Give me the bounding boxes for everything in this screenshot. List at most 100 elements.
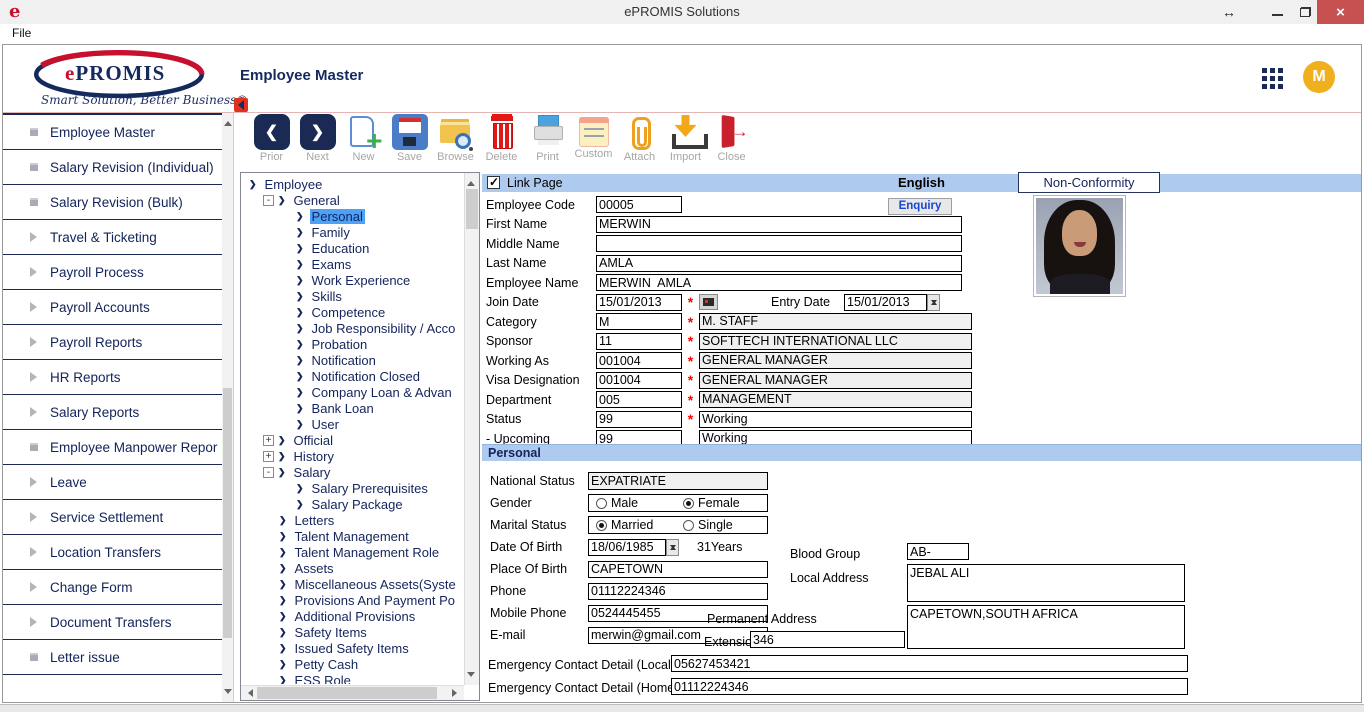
last-name-input[interactable]: [596, 255, 962, 272]
radio-icon[interactable]: [683, 498, 694, 509]
tree-node-label[interactable]: ESS Role: [293, 673, 353, 685]
middle-name-input[interactable]: [596, 235, 962, 252]
toolbar-button[interactable]: Custom: [571, 114, 616, 171]
radio-option[interactable]: Female: [683, 496, 763, 510]
tree-node-label[interactable]: Skills: [310, 289, 344, 304]
tree-node[interactable]: Bank Loan: [243, 400, 463, 416]
sidebar-item[interactable]: Payroll Process: [3, 255, 233, 290]
radio-option[interactable]: Married: [596, 518, 676, 532]
join-date-input[interactable]: [596, 294, 682, 311]
permanent-address-input[interactable]: CAPETOWN,SOUTH AFRICA: [907, 605, 1185, 649]
tree-node[interactable]: Notification Closed: [243, 368, 463, 384]
place-of-birth-input[interactable]: [588, 561, 768, 578]
toolbar-button[interactable]: New: [341, 114, 386, 171]
tree-node[interactable]: Provisions And Payment Po: [243, 592, 463, 608]
sidebar-item[interactable]: Document Transfers: [3, 605, 233, 640]
tree-vertical-scrollbar[interactable]: [464, 173, 479, 685]
tree-node-label[interactable]: Safety Items: [293, 625, 369, 640]
scrollbar-thumb[interactable]: [223, 388, 232, 638]
tree-node-label[interactable]: Salary Prerequisites: [310, 481, 430, 496]
non-conformity-button[interactable]: Non-Conformity: [1018, 172, 1160, 193]
tree-node[interactable]: ESS Role: [243, 672, 463, 684]
tree-node[interactable]: Job Responsibility / Acco: [243, 320, 463, 336]
lookup-code-input[interactable]: [596, 333, 682, 350]
radio-icon[interactable]: [683, 520, 694, 531]
emergency-home-input[interactable]: [671, 678, 1188, 695]
extension-input[interactable]: [750, 631, 905, 648]
tree-node-label[interactable]: General: [292, 193, 342, 208]
tree-node-label[interactable]: Provisions And Payment Po: [293, 593, 457, 608]
tree-node-label[interactable]: User: [310, 417, 341, 432]
tree-node-label[interactable]: Bank Loan: [310, 401, 376, 416]
spinner-icon[interactable]: [927, 294, 940, 311]
sidebar-item[interactable]: Location Transfers: [3, 535, 233, 570]
scroll-down-icon[interactable]: [224, 689, 232, 698]
tree-node[interactable]: Personal: [243, 208, 463, 224]
tree-node-label[interactable]: Talent Management Role: [293, 545, 442, 560]
tree-node[interactable]: Talent Management: [243, 528, 463, 544]
lookup-code-input[interactable]: [596, 372, 682, 389]
sidebar-item[interactable]: Service Settlement: [3, 500, 233, 535]
toolbar-button[interactable]: Browse: [433, 114, 478, 171]
date-of-birth-input[interactable]: [588, 539, 666, 556]
user-avatar[interactable]: M: [1303, 61, 1335, 93]
sidebar-item[interactable]: Employee Manpower Repor: [3, 430, 233, 465]
menu-file[interactable]: File: [8, 24, 35, 43]
radio-icon[interactable]: [596, 520, 607, 531]
tree-node-label[interactable]: Salary: [292, 465, 333, 480]
tree-node-label[interactable]: Company Loan & Advan: [310, 385, 454, 400]
toolbar-button[interactable]: Delete: [479, 114, 524, 171]
tree-node[interactable]: Salary Prerequisites: [243, 480, 463, 496]
tree-expander-icon[interactable]: +: [263, 451, 274, 462]
sidebar-item[interactable]: Payroll Accounts: [3, 290, 233, 325]
sidebar-item[interactable]: Employee Master: [3, 115, 233, 150]
tree-node[interactable]: User: [243, 416, 463, 432]
tree-node-label[interactable]: Work Experience: [310, 273, 413, 288]
tree-node-label[interactable]: Notification Closed: [310, 369, 422, 384]
restore-button[interactable]: [1290, 0, 1320, 24]
tree-node-label[interactable]: Probation: [310, 337, 370, 352]
tree-node[interactable]: Letters: [243, 512, 463, 528]
tree-node[interactable]: Safety Items: [243, 624, 463, 640]
radio-icon[interactable]: [596, 498, 607, 509]
tree-node-label[interactable]: Competence: [310, 305, 388, 320]
sidebar-item[interactable]: Change Form: [3, 570, 233, 605]
tree-node-label[interactable]: Salary Package: [310, 497, 405, 512]
minimize-button[interactable]: [1262, 0, 1292, 24]
tree-node-label[interactable]: Assets: [293, 561, 336, 576]
sidebar-item[interactable]: Salary Revision (Individual): [3, 150, 233, 185]
toolbar-button[interactable]: Prior: [249, 114, 294, 171]
tree-node-label[interactable]: Miscellaneous Assets(Syste: [293, 577, 458, 592]
tree-node-label[interactable]: Issued Safety Items: [293, 641, 411, 656]
sidebar-item[interactable]: HR Reports: [3, 360, 233, 395]
close-button[interactable]: ×: [1317, 0, 1364, 24]
phone-input[interactable]: [588, 583, 768, 600]
tree-node[interactable]: Issued Safety Items: [243, 640, 463, 656]
lookup-code-input[interactable]: [596, 411, 682, 428]
sidebar-item[interactable]: Salary Reports: [3, 395, 233, 430]
scroll-down-icon[interactable]: [467, 672, 475, 681]
toolbar-button[interactable]: Next: [295, 114, 340, 171]
tree-node[interactable]: Notification: [243, 352, 463, 368]
tree-horizontal-scrollbar[interactable]: [241, 685, 464, 700]
toolbar-button[interactable]: Import: [663, 114, 708, 171]
tree-node[interactable]: Talent Management Role: [243, 544, 463, 560]
tree-node[interactable]: Petty Cash: [243, 656, 463, 672]
sidebar-item[interactable]: Payroll Reports: [3, 325, 233, 360]
collapse-sidebar-button[interactable]: [234, 98, 248, 112]
first-name-input[interactable]: [596, 216, 962, 233]
tree-node[interactable]: Miscellaneous Assets(Syste: [243, 576, 463, 592]
tree-node-label[interactable]: Talent Management: [293, 529, 411, 544]
tree-node[interactable]: Education: [243, 240, 463, 256]
tree-node[interactable]: - General: [243, 192, 463, 208]
tree-expander-icon[interactable]: -: [263, 467, 274, 478]
tree-node[interactable]: Competence: [243, 304, 463, 320]
tree-node[interactable]: Family: [243, 224, 463, 240]
employee-name-input[interactable]: [596, 274, 962, 291]
scrollbar-thumb[interactable]: [257, 687, 437, 699]
tree-node[interactable]: Additional Provisions: [243, 608, 463, 624]
toolbar-button[interactable]: Save: [387, 114, 432, 171]
scroll-right-icon[interactable]: [452, 689, 461, 697]
tree-node-label[interactable]: Exams: [310, 257, 354, 272]
tree-node[interactable]: + History: [243, 448, 463, 464]
